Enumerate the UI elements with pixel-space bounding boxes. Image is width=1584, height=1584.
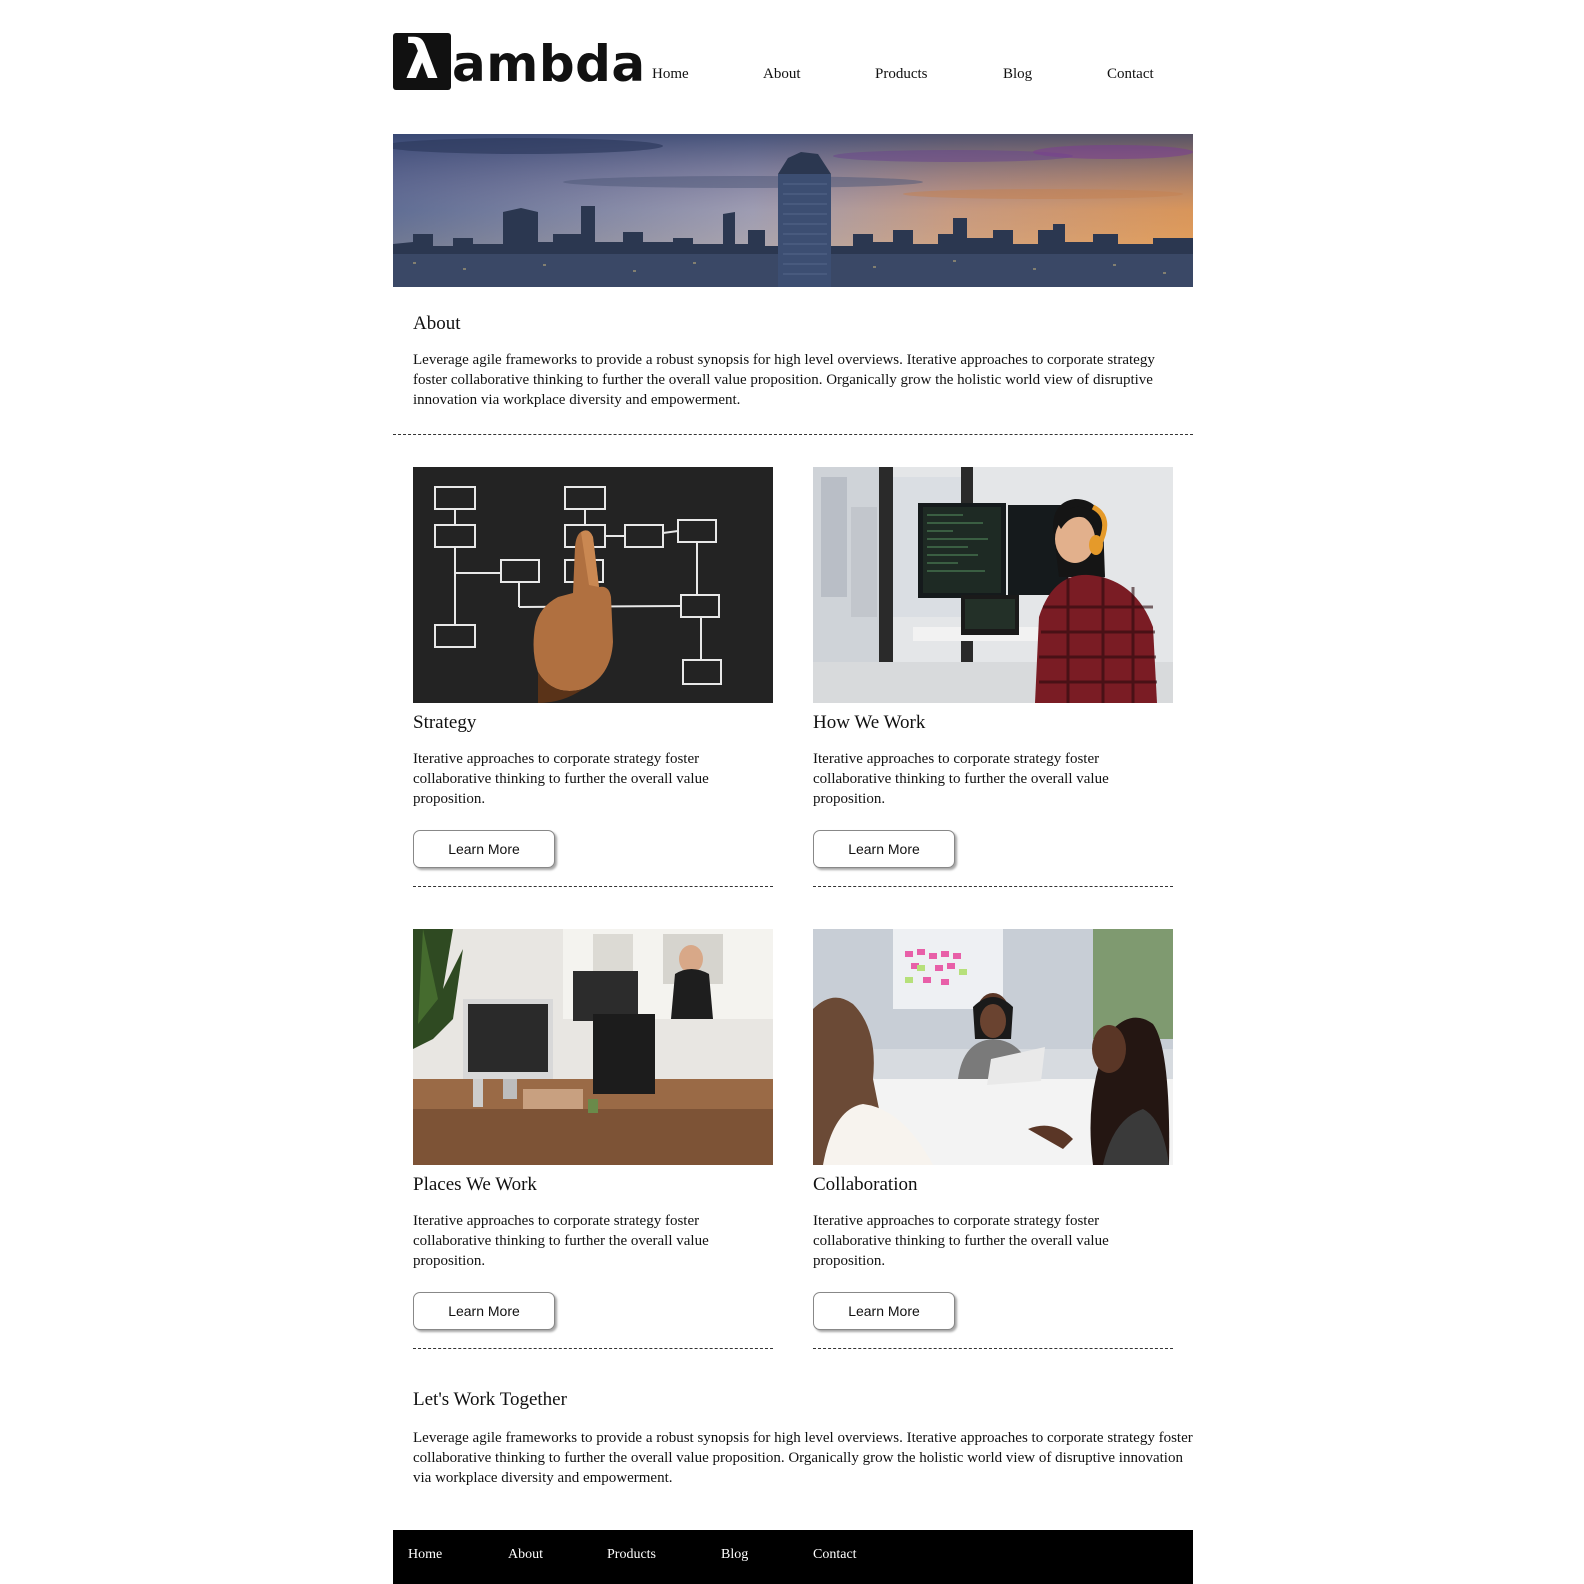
section-divider: [393, 434, 1193, 435]
card-text: Iterative approaches to corporate strate…: [413, 1213, 709, 1269]
team-meeting-image: [813, 929, 1173, 1165]
top-nav: Home About Products Blog Contact: [393, 66, 1193, 86]
footer-nav-about[interactable]: About: [508, 1547, 543, 1563]
card-divider: [413, 886, 773, 887]
footer-nav: Home About Products Blog Contact: [393, 1530, 1193, 1584]
card-text: Iterative approaches to corporate strate…: [813, 751, 1109, 807]
card-collaboration: Collaboration Iterative approaches to co…: [813, 929, 1173, 1349]
nav-home[interactable]: Home: [652, 66, 689, 83]
skyline-banner-image: [393, 134, 1193, 287]
flowchart-hand-image: [413, 467, 773, 703]
developer-at-monitors-image: [813, 467, 1173, 703]
footer-nav-home[interactable]: Home: [408, 1547, 442, 1563]
footer-nav-blog[interactable]: Blog: [721, 1547, 748, 1563]
card-strategy: Strategy Iterative approaches to corpora…: [413, 467, 773, 887]
card-places-we-work: Places We Work Iterative approaches to c…: [413, 929, 773, 1349]
nav-products[interactable]: Products: [875, 66, 928, 83]
card-divider: [813, 1348, 1173, 1349]
about-text: Leverage agile frameworks to provide a r…: [413, 352, 1155, 408]
page: λ ambda Home About Products Blog Contact: [393, 0, 1193, 1584]
footer-nav-products[interactable]: Products: [607, 1547, 656, 1563]
card-text: Iterative approaches to corporate strate…: [813, 1213, 1109, 1269]
card-divider: [813, 886, 1173, 887]
nav-blog[interactable]: Blog: [1003, 66, 1032, 83]
card-title: Strategy: [413, 712, 477, 733]
learn-more-button[interactable]: Learn More: [813, 830, 955, 868]
learn-more-button[interactable]: Learn More: [813, 1292, 955, 1330]
learn-more-button[interactable]: Learn More: [413, 1292, 555, 1330]
footer-nav-contact[interactable]: Contact: [813, 1547, 857, 1563]
card-title: How We Work: [813, 712, 926, 733]
office-desks-image: [413, 929, 773, 1165]
nav-about[interactable]: About: [763, 66, 801, 83]
card-text: Iterative approaches to corporate strate…: [413, 751, 709, 807]
about-title: About: [413, 313, 461, 334]
card-title: Places We Work: [413, 1174, 537, 1195]
card-title: Collaboration: [813, 1174, 918, 1195]
card-how-we-work: How We Work Iterative approaches to corp…: [813, 467, 1173, 887]
nav-contact[interactable]: Contact: [1107, 66, 1154, 83]
together-title: Let's Work Together: [413, 1389, 567, 1410]
together-text: Leverage agile frameworks to provide a r…: [413, 1430, 1193, 1486]
learn-more-button[interactable]: Learn More: [413, 830, 555, 868]
header: λ ambda Home About Products Blog Contact: [393, 0, 1193, 134]
card-divider: [413, 1348, 773, 1349]
